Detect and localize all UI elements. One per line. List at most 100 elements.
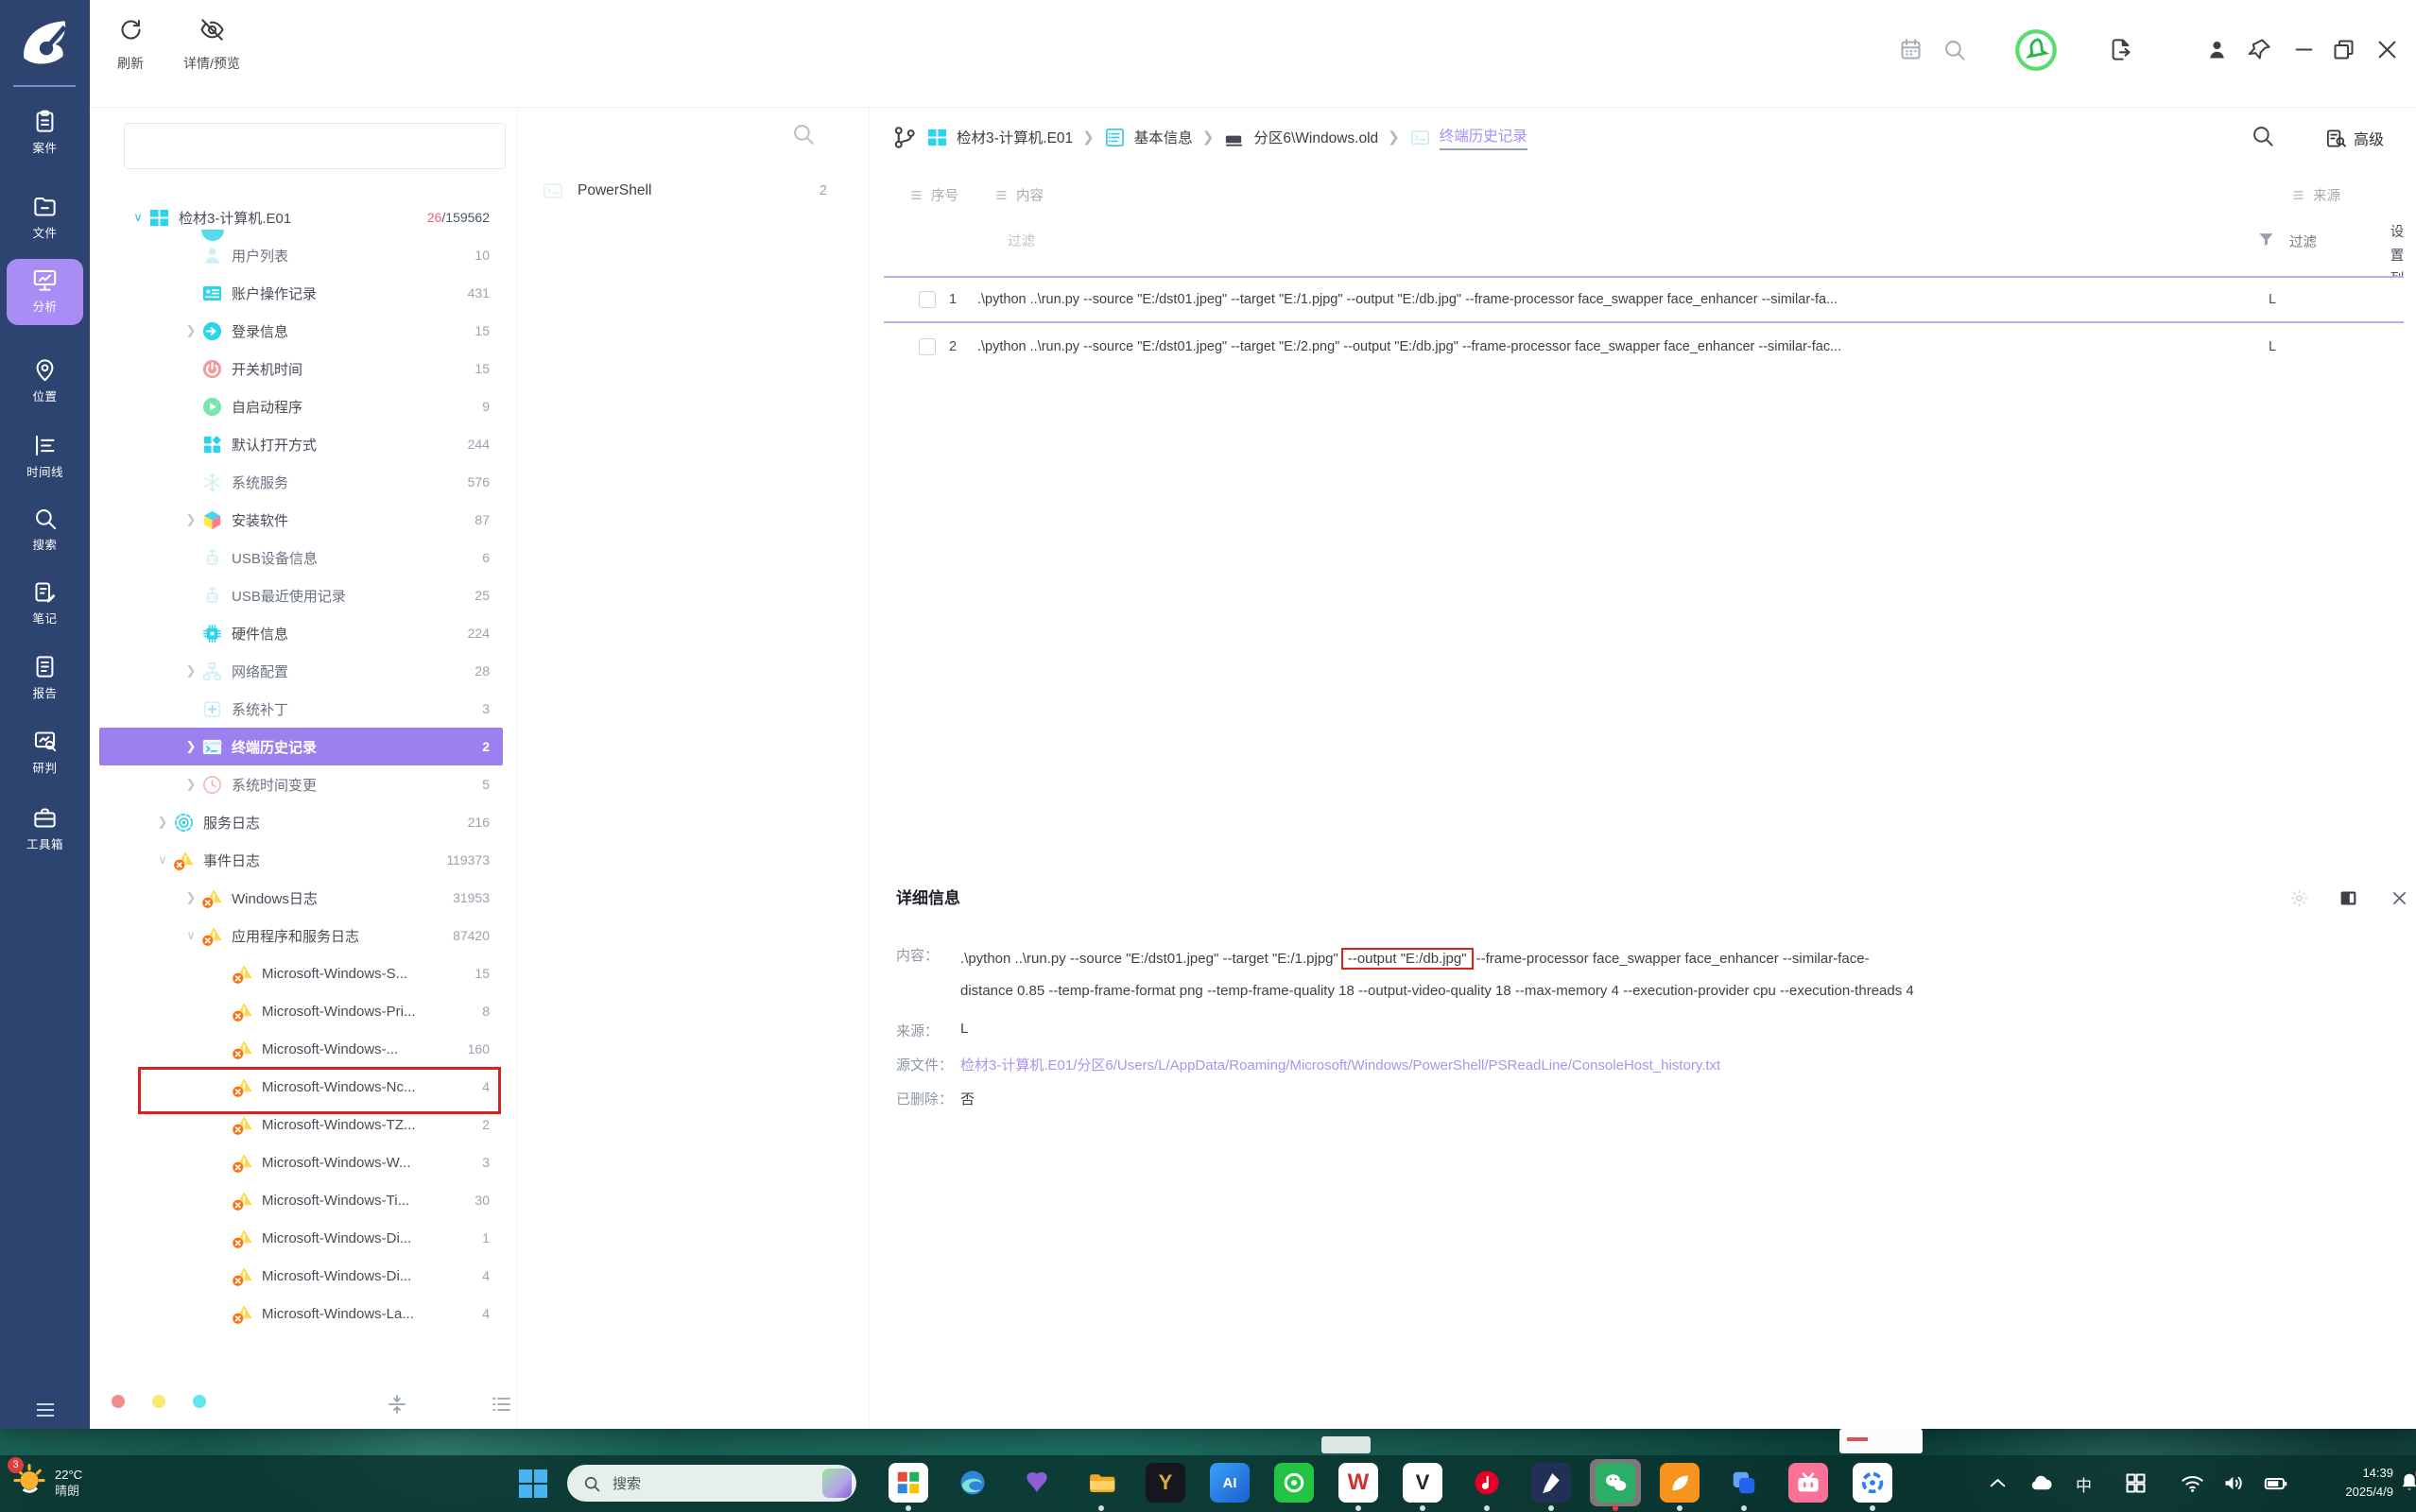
ime-grid-icon[interactable] bbox=[2123, 1470, 2149, 1496]
source-filter-input[interactable]: 过滤 bbox=[2289, 232, 2317, 251]
chevron-down-icon[interactable]: ∨ bbox=[152, 852, 173, 868]
tree-item-openwith[interactable]: 默认打开方式 244 bbox=[99, 425, 503, 463]
taskbar-app-wechat[interactable] bbox=[1596, 1463, 1635, 1503]
chevron-down-icon[interactable]: ∨ bbox=[181, 928, 201, 943]
filter-funnel-icon[interactable] bbox=[2257, 231, 2275, 249]
chevron-right-icon[interactable]: ❯ bbox=[152, 815, 173, 830]
notify-icon[interactable] bbox=[2014, 28, 2058, 72]
tree-item-login[interactable]: ❯ 登录信息 15 bbox=[99, 312, 503, 350]
sidebar-item-files[interactable]: 文件 bbox=[0, 191, 90, 257]
chevron-right-icon[interactable]: ❯ bbox=[181, 323, 201, 338]
tree-item-chip[interactable]: 硬件信息 224 bbox=[99, 614, 503, 652]
tree-item-warnerr[interactable]: Microsoft-Windows-La... 4 bbox=[99, 1295, 503, 1332]
tree-root-evidence[interactable]: ∨ 检材3-计算机.E01 26/159562 bbox=[99, 198, 503, 236]
sidebar-item-analysis[interactable]: 分析 bbox=[0, 265, 90, 331]
start-button[interactable] bbox=[516, 1467, 550, 1501]
detail-source-file-link[interactable]: 检材3-计算机.E01/分区6/Users/L/AppData/Roaming/… bbox=[960, 1055, 1720, 1074]
sidebar-item-search[interactable]: 搜索 bbox=[0, 503, 90, 569]
tree-item-usb[interactable]: USB设备信息 6 bbox=[99, 539, 503, 576]
sidebar-item-timeline[interactable]: 时间线 bbox=[0, 430, 90, 496]
cloud-icon[interactable] bbox=[2028, 1470, 2054, 1496]
tree-item-user[interactable]: 用户列表 10 bbox=[99, 236, 503, 274]
tree-item-warnerr[interactable]: ∨ 应用程序和服务日志 87420 bbox=[99, 917, 503, 954]
refresh-button[interactable]: 刷新 bbox=[107, 17, 154, 73]
tree-item-warnerr[interactable]: Microsoft-Windows-Di... 1 bbox=[99, 1219, 503, 1257]
menu-hamburger-icon[interactable] bbox=[28, 1399, 62, 1421]
tree-item-snow[interactable]: 系统服务 576 bbox=[99, 463, 503, 501]
notification-bell-icon[interactable] bbox=[2397, 1469, 2416, 1495]
ime-language-indicator[interactable]: 中 bbox=[2076, 1472, 2101, 1498]
tree-item-cube[interactable]: ❯ 安装软件 87 bbox=[99, 501, 503, 539]
column-header-content[interactable]: 内容 bbox=[994, 185, 1044, 205]
chevron-down-icon[interactable]: ∨ bbox=[128, 210, 148, 225]
close-icon[interactable] bbox=[2374, 37, 2400, 62]
volume-icon[interactable] bbox=[2221, 1470, 2247, 1496]
taskbar-app-music[interactable] bbox=[1467, 1463, 1507, 1503]
detail-settings-icon[interactable] bbox=[2289, 888, 2309, 908]
tree-item-warnerr[interactable]: Microsoft-Windows-Ti... 30 bbox=[99, 1181, 503, 1219]
detail-close-icon[interactable] bbox=[2390, 888, 2409, 908]
taskbar-app-flower-app[interactable] bbox=[1853, 1463, 1892, 1503]
sidebar-item-report[interactable]: 报告 bbox=[0, 651, 90, 717]
chevron-up-icon[interactable] bbox=[1985, 1470, 2010, 1496]
battery-icon[interactable] bbox=[2263, 1470, 2288, 1496]
list-view-icon[interactable] bbox=[490, 1393, 512, 1416]
taskbar-app-edge[interactable] bbox=[953, 1463, 992, 1503]
taskbar-app-app-store[interactable] bbox=[889, 1463, 928, 1503]
tree-item-power[interactable]: 开关机时间 15 bbox=[99, 350, 503, 387]
tree-item-warnerr[interactable]: Microsoft-Windows-S... 15 bbox=[99, 954, 503, 992]
tree-search-input[interactable] bbox=[124, 123, 506, 169]
taskbar-clock[interactable]: 14:39 2025/4/9 bbox=[2299, 1464, 2393, 1502]
breadcrumb-item[interactable]: 基本信息 bbox=[1134, 127, 1193, 147]
tree-item-warnerr[interactable]: Microsoft-Windows-... 160 bbox=[99, 1030, 503, 1068]
taskbar-app-wps[interactable]: W bbox=[1338, 1463, 1378, 1503]
sidebar-item-location[interactable]: 位置 bbox=[0, 354, 90, 421]
table-row[interactable]: 1 .\python ..\run.py --source "E:/dst01.j… bbox=[884, 276, 2404, 323]
restore-icon[interactable] bbox=[2331, 37, 2356, 62]
user-icon[interactable] bbox=[2204, 37, 2230, 62]
minimize-icon[interactable] bbox=[2291, 37, 2317, 62]
chevron-right-icon[interactable]: ❯ bbox=[181, 663, 201, 679]
tree-item-warnerr[interactable]: ∨ 事件日志 119373 bbox=[99, 841, 503, 879]
tree-item-patch[interactable]: 系统补丁 3 bbox=[99, 690, 503, 728]
breadcrumb-item[interactable]: 分区6\Windows.old bbox=[1253, 127, 1378, 147]
advanced-search-button[interactable]: 高级 bbox=[2325, 127, 2384, 149]
tree-item-warnerr[interactable]: Microsoft-Windows-Di... 4 bbox=[99, 1257, 503, 1295]
taskbar-app-pen-app[interactable] bbox=[1531, 1463, 1571, 1503]
chevron-right-icon[interactable]: ❯ bbox=[181, 739, 201, 754]
main-search-icon[interactable] bbox=[2250, 123, 2275, 148]
taskbar-app-link-app[interactable] bbox=[1724, 1463, 1764, 1503]
taskbar-app-ai-assistant[interactable]: AI bbox=[1210, 1463, 1250, 1503]
tree-item-timechange[interactable]: ❯ 系统时间变更 5 bbox=[99, 765, 503, 803]
sidebar-item-toolbox[interactable]: 工具箱 bbox=[0, 802, 90, 868]
artifact-type-powershell[interactable]: PowerShell 2 bbox=[518, 172, 871, 210]
taskbar-search-box[interactable]: 搜索 bbox=[567, 1465, 856, 1502]
row-checkbox[interactable] bbox=[919, 291, 936, 308]
table-row[interactable]: 2 .\python ..\run.py --source "E:/dst01.j… bbox=[884, 323, 2404, 370]
column-header-source[interactable]: 来源 bbox=[2291, 185, 2340, 205]
chevron-right-icon[interactable]: ❯ bbox=[181, 777, 201, 792]
taskbar-app-bilibili[interactable] bbox=[1788, 1463, 1828, 1503]
calendar-icon[interactable] bbox=[1898, 37, 1924, 62]
taskbar-app-green-app[interactable] bbox=[1274, 1463, 1314, 1503]
tree-item-warnerr[interactable]: Microsoft-Windows-W... 3 bbox=[99, 1143, 503, 1181]
detail-panel-toggle-icon[interactable] bbox=[2338, 888, 2358, 908]
taskbar-app-v-app[interactable]: V bbox=[1403, 1463, 1442, 1503]
tree-item-terminal[interactable]: ❯ 终端历史记录 2 bbox=[99, 728, 503, 765]
chevron-right-icon[interactable]: ❯ bbox=[181, 890, 201, 905]
breadcrumb-item[interactable]: 检材3-计算机.E01 bbox=[957, 127, 1073, 147]
collapse-expand-icon[interactable] bbox=[386, 1393, 408, 1416]
wifi-icon[interactable] bbox=[2180, 1470, 2205, 1496]
taskbar-app-moth-app[interactable] bbox=[1017, 1463, 1057, 1503]
taskbar-app-leaf-app[interactable] bbox=[1660, 1463, 1700, 1503]
column-header-index[interactable]: 序号 bbox=[909, 185, 958, 205]
tree-item-card[interactable]: 账户操作记录 431 bbox=[99, 274, 503, 312]
tree-item-play[interactable]: 自启动程序 9 bbox=[99, 387, 503, 425]
sidebar-item-note[interactable]: 笔记 bbox=[0, 576, 90, 643]
search-icon[interactable] bbox=[1941, 37, 1967, 62]
breadcrumb-item[interactable]: 终端历史记录 bbox=[1439, 125, 1527, 150]
subpanel-search-icon[interactable] bbox=[790, 121, 816, 146]
taskbar-app-legion[interactable]: Y bbox=[1146, 1463, 1185, 1503]
row-checkbox[interactable] bbox=[919, 338, 936, 355]
detail-preview-toggle[interactable]: 详情/预览 bbox=[169, 17, 254, 73]
